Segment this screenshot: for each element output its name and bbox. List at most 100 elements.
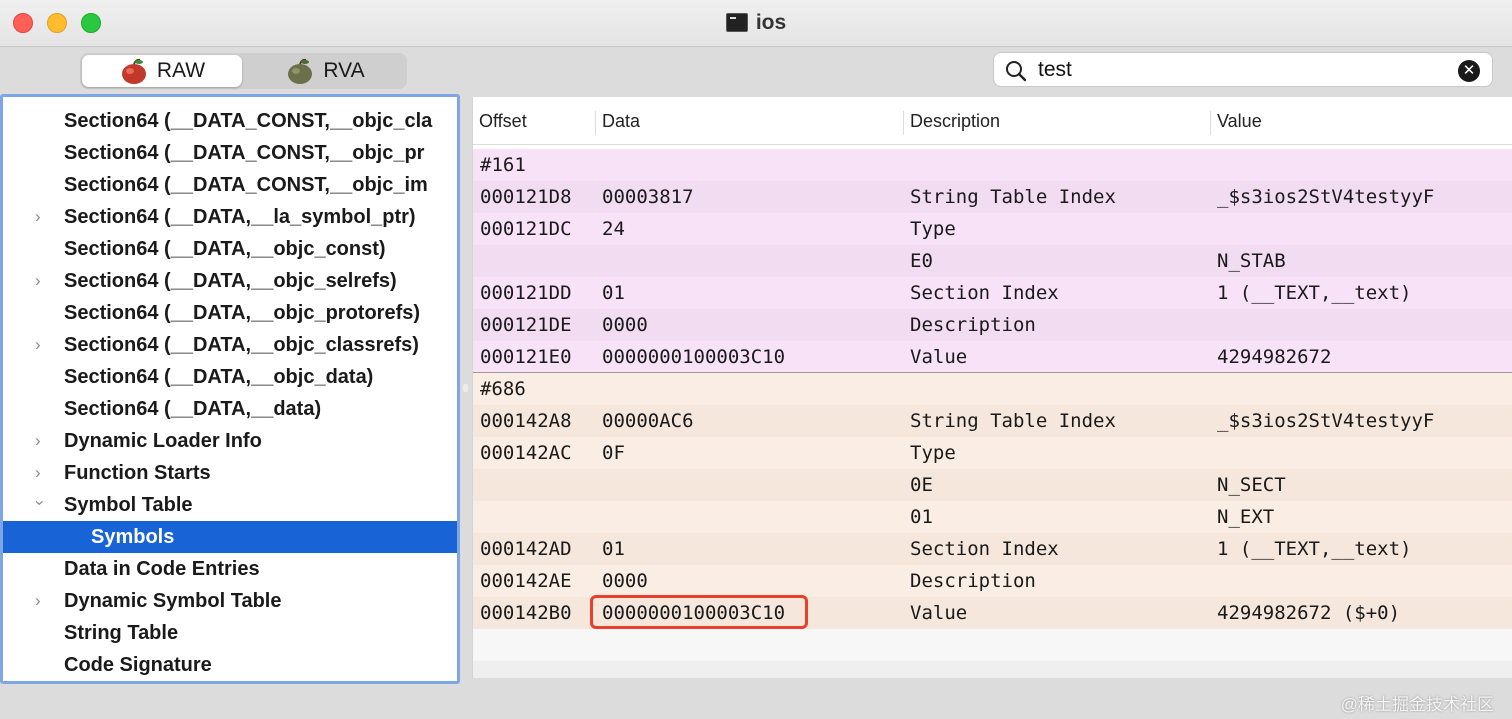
- empty-row: [473, 661, 1512, 678]
- table-row[interactable]: 000121D8 00003817 String Table Index _$s3io…: [473, 181, 1512, 213]
- rva-mode-button[interactable]: RVA: [245, 55, 405, 87]
- cell-offset: 000142B0: [480, 602, 572, 624]
- title-bar: ios: [0, 0, 1512, 47]
- table-row[interactable]: #686: [473, 373, 1512, 405]
- empty-row: [473, 629, 1512, 661]
- table-row[interactable]: 000142AE 0000 Description: [473, 565, 1512, 597]
- sidebar-item[interactable]: Section64 (__DATA,__data): [3, 393, 457, 425]
- table-row[interactable]: E0 N_STAB: [473, 245, 1512, 277]
- sidebar-item-label: Dynamic Loader Info: [64, 430, 262, 452]
- window-footer: [0, 684, 1512, 719]
- cell-value: N_EXT: [1217, 506, 1275, 528]
- sidebar-item[interactable]: › Section64 (__DATA,__la_symbol_ptr): [3, 201, 457, 233]
- cell-description: Description: [910, 570, 1036, 592]
- sidebar-item[interactable]: › Function Starts: [3, 457, 457, 489]
- cell-offset: 000121E0: [480, 346, 572, 368]
- detail-table[interactable]: Offset Data Description Value #161 00012…: [472, 97, 1512, 678]
- table-row[interactable]: 01 N_EXT: [473, 501, 1512, 533]
- cell-description: Value: [910, 346, 968, 368]
- sidebar-item[interactable]: › Symbol Table: [3, 489, 457, 521]
- sidebar-item-label: Section64 (__DATA,__objc_protorefs): [64, 302, 421, 324]
- cell-offset: 000142A8: [480, 410, 572, 432]
- sidebar-item[interactable]: String Table: [3, 617, 457, 649]
- sidebar-item-label: Dynamic Symbol Table: [64, 590, 282, 612]
- chevron-down-icon[interactable]: ›: [24, 500, 56, 514]
- cell-offset: 000142AE: [480, 570, 572, 592]
- address-mode-segmented-control: RAW RVA: [80, 53, 407, 89]
- column-header-data[interactable]: Data: [595, 111, 640, 135]
- cell-offset: #686: [480, 378, 526, 400]
- cell-value: _$s3ios2StV4testyyF: [1217, 410, 1435, 432]
- sidebar-item[interactable]: Section64 (__DATA,__objc_protorefs): [3, 297, 457, 329]
- cell-data: 24: [602, 218, 625, 240]
- sidebar-item[interactable]: Data in Code Entries: [3, 553, 457, 585]
- window-title: ios: [755, 11, 787, 34]
- cell-description: 01: [910, 506, 933, 528]
- sidebar-item-label: Symbol Table: [64, 494, 193, 516]
- cell-description: E0: [910, 250, 933, 272]
- table-row[interactable]: #161: [473, 149, 1512, 181]
- sidebar-item[interactable]: Section64 (__DATA,__objc_data): [3, 361, 457, 393]
- cell-description: 0E: [910, 474, 933, 496]
- table-row[interactable]: 000121E0 0000000100003C10 Value 4294982672: [473, 341, 1512, 373]
- sidebar-tree[interactable]: Section64 (__DATA_CONST,__objc_cla Secti…: [0, 94, 460, 684]
- chevron-right-icon[interactable]: ›: [35, 201, 49, 233]
- sidebar-item[interactable]: › Dynamic Symbol Table: [3, 585, 457, 617]
- sidebar-item-label: Section64 (__DATA_CONST,__objc_cla: [64, 110, 433, 132]
- cell-description: String Table Index: [910, 186, 1116, 208]
- raw-mode-button[interactable]: RAW: [82, 55, 242, 87]
- table-row[interactable]: 0E N_SECT: [473, 469, 1512, 501]
- sidebar-item[interactable]: Section64 (__DATA_CONST,__objc_pr: [3, 137, 457, 169]
- split-view-divider[interactable]: [460, 94, 472, 684]
- search-field[interactable]: ✕: [993, 52, 1493, 87]
- sidebar-item[interactable]: Section64 (__DATA_CONST,__objc_im: [3, 169, 457, 201]
- cell-offset: 000121D8: [480, 186, 572, 208]
- table-row[interactable]: 000142AC 0F Type: [473, 437, 1512, 469]
- cell-description: Type: [910, 218, 956, 240]
- sidebar-item[interactable]: › Section64 (__DATA,__objc_classrefs): [3, 329, 457, 361]
- search-input[interactable]: [1038, 57, 1438, 83]
- sidebar-item-label: String Table: [64, 622, 179, 644]
- sidebar-item-label: Data in Code Entries: [64, 558, 260, 580]
- sidebar-item-label: Section64 (__DATA_CONST,__objc_im: [64, 174, 428, 196]
- column-header-description[interactable]: Description: [903, 111, 1000, 135]
- chevron-right-icon[interactable]: ›: [35, 265, 49, 297]
- chevron-right-icon[interactable]: ›: [35, 329, 49, 361]
- sidebar-item-selected[interactable]: Symbols: [3, 521, 457, 553]
- table-row[interactable]: 000121DC 24 Type: [473, 213, 1512, 245]
- cell-value: 4294982672 ($+0): [1217, 602, 1401, 624]
- terminal-icon: [725, 13, 748, 32]
- column-header-offset[interactable]: Offset: [473, 111, 527, 135]
- raw-mode-label: RAW: [156, 59, 206, 82]
- sidebar-item[interactable]: Section64 (__DATA_CONST,__objc_cla: [3, 105, 457, 137]
- watermark: @稀土掘金技术社区: [1340, 695, 1494, 714]
- column-header-value[interactable]: Value: [1210, 111, 1262, 135]
- sidebar-item-label: Section64 (__DATA,__objc_const): [64, 238, 386, 260]
- table-row[interactable]: 000142A8 00000AC6 String Table Index _$s3io…: [473, 405, 1512, 437]
- sidebar-item[interactable]: Code Signature: [3, 649, 457, 681]
- cell-offset: #161: [480, 154, 526, 176]
- highlight-annotation-box: [590, 595, 808, 629]
- window-title-container: ios: [0, 11, 1512, 35]
- sidebar-item-label: Section64 (__DATA_CONST,__objc_pr: [64, 142, 425, 164]
- toolbar: RAW RVA ✕: [0, 47, 1512, 93]
- sidebar-item[interactable]: › Dynamic Loader Info: [3, 425, 457, 457]
- table-header: Offset Data Description Value: [473, 97, 1512, 145]
- cell-offset: 000121DC: [480, 218, 572, 240]
- table-row[interactable]: 000121DE 0000 Description: [473, 309, 1512, 341]
- sidebar-item[interactable]: Section64 (__DATA,__objc_const): [3, 233, 457, 265]
- table-row[interactable]: 000142AD 01 Section Index 1 (__TEXT,__text): [473, 533, 1512, 565]
- chevron-right-icon[interactable]: ›: [35, 585, 49, 617]
- divider-handle[interactable]: [463, 384, 468, 392]
- sidebar-item-label: Section64 (__DATA,__la_symbol_ptr): [64, 206, 416, 228]
- cell-description: Section Index: [910, 282, 1059, 304]
- cell-data: 00003817: [602, 186, 694, 208]
- cell-description: Description: [910, 314, 1036, 336]
- clear-search-icon[interactable]: ✕: [1458, 60, 1480, 82]
- cell-data: 01: [602, 282, 625, 304]
- red-apple-icon: [121, 58, 146, 84]
- chevron-right-icon[interactable]: ›: [35, 425, 49, 457]
- table-row[interactable]: 000121DD 01 Section Index 1 (__TEXT,__text): [473, 277, 1512, 309]
- sidebar-item[interactable]: › Section64 (__DATA,__objc_selrefs): [3, 265, 457, 297]
- chevron-right-icon[interactable]: ›: [35, 457, 49, 489]
